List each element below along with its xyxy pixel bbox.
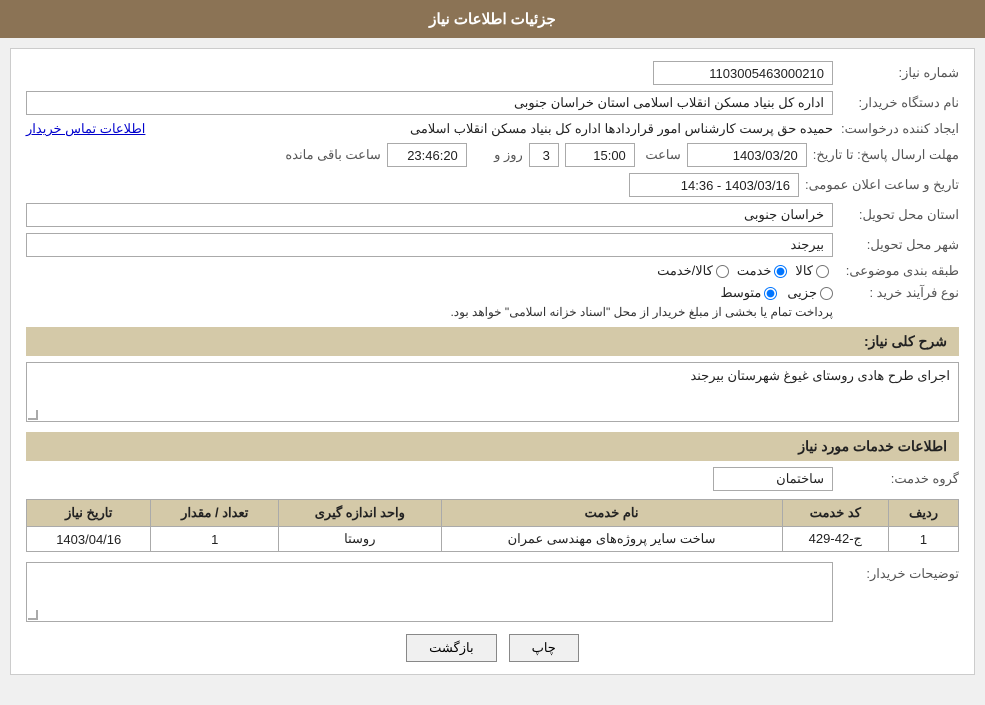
table-row: 1ج-42-429ساخت سایر پروژه‌های مهندسی عمرا… <box>27 527 959 552</box>
tabaqe-khedmat[interactable]: خدمت <box>737 263 788 279</box>
rooz-value: 3 <box>529 143 559 167</box>
tabaqe-kala[interactable]: کالا <box>795 263 829 279</box>
nofarayand-motawaset[interactable]: متوسط <box>720 285 777 301</box>
saat-label: ساعت <box>641 147 681 163</box>
col-tarikh: تاریخ نیاز <box>27 500 151 527</box>
back-button[interactable]: بازگشت <box>406 634 496 662</box>
nofarayand-options: جزیی متوسط پرداخت تمام یا بخشی از مبلغ خ… <box>450 285 833 319</box>
sharh-resize-handle[interactable] <box>28 410 38 420</box>
saat-value: 15:00 <box>565 143 635 167</box>
baqi-label: ساعت باقی مانده <box>281 147 381 163</box>
sharh-niaz-section-title: شرح کلی نیاز: <box>26 327 959 356</box>
cell-tedad: 1 <box>151 527 279 552</box>
nofarayand-line1: جزیی متوسط <box>450 285 833 301</box>
grohe-row: گروه خدمت: ساختمان <box>26 467 959 491</box>
shomara-niaz-label: شماره نیاز: <box>839 65 959 81</box>
sharh-niaz-value: اجرای طرح هادی روستای غیوغ شهرستان بیرجن… <box>26 362 959 422</box>
col-name: نام خدمت <box>441 500 782 527</box>
tabaqe-label: طبقه بندی موضوعی: <box>839 263 959 279</box>
tabaqe-khedmat-radio[interactable] <box>774 265 787 278</box>
col-radif: ردیف <box>889 500 959 527</box>
mohlat-row: مهلت ارسال پاسخ: تا تاریخ: 1403/03/20 سا… <box>26 143 959 167</box>
tawzihat-row: توضیحات خریدار: <box>26 562 959 622</box>
nofarayand-jozi-radio[interactable] <box>820 287 833 300</box>
tarikh-elan-row: تاریخ و ساعت اعلان عمومی: 1403/03/16 - 1… <box>26 173 959 197</box>
ostan-tahvil-label: استان محل تحویل: <box>839 207 959 223</box>
col-vahed: واحد اندازه گیری <box>279 500 441 527</box>
sharh-niaz-container: اجرای طرح هادی روستای غیوغ شهرستان بیرجن… <box>26 362 959 422</box>
tawzihat-value <box>26 562 833 622</box>
tabaqe-row: طبقه بندی موضوعی: کالا خدمت کالا/خدمت <box>26 263 959 279</box>
nam-dastgah-value: اداره کل بنیاد مسکن انقلاب اسلامی استان … <box>26 91 833 115</box>
grohe-value: ساختمان <box>713 467 833 491</box>
nam-dastgah-label: نام دستگاه خریدار: <box>839 95 959 111</box>
ejad-konande-row: ایجاد کننده درخواست: حمیده حق پرست کارشن… <box>26 121 959 137</box>
tabaqe-kala-radio[interactable] <box>816 265 829 278</box>
tabaqe-kala-khedmat-radio[interactable] <box>716 265 729 278</box>
tamas-kharidar-link[interactable]: اطلاعات تماس خریدار <box>26 121 145 137</box>
nofarayand-jozi[interactable]: جزیی <box>787 285 833 301</box>
tawzihat-label: توضیحات خریدار: <box>839 562 959 582</box>
ostan-tahvil-row: استان محل تحویل: خراسان جنوبی <box>26 203 959 227</box>
tarikh-elan-label: تاریخ و ساعت اعلان عمومی: <box>805 177 959 193</box>
cell-kod: ج-42-429 <box>782 527 888 552</box>
page-title: جزئیات اطلاعات نیاز <box>0 0 985 38</box>
col-kod: کد خدمت <box>782 500 888 527</box>
shahr-tahvil-label: شهر محل تحویل: <box>839 237 959 253</box>
khadamat-section-title: اطلاعات خدمات مورد نیاز <box>26 432 959 461</box>
nam-dastgah-row: نام دستگاه خریدار: اداره کل بنیاد مسکن ا… <box>26 91 959 115</box>
ejad-konande-value: حمیده حق پرست کارشناس امور قراردادها ادا… <box>151 121 833 137</box>
rooz-label: روز و <box>473 147 523 163</box>
shomara-niaz-row: شماره نیاز: 1103005463000210 <box>26 61 959 85</box>
tabaqe-options: کالا خدمت کالا/خدمت <box>657 263 829 279</box>
tarikh-value: 1403/03/20 <box>687 143 807 167</box>
baqi-value: 23:46:20 <box>387 143 467 167</box>
tarikh-elan-value: 1403/03/16 - 14:36 <box>629 173 799 197</box>
grohe-label: گروه خدمت: <box>839 471 959 487</box>
nofarayand-motawaset-radio[interactable] <box>764 287 777 300</box>
shomara-niaz-value: 1103005463000210 <box>653 61 833 85</box>
nofarayand-row: نوع فرآیند خرید : جزیی متوسط پرداخت تمام… <box>26 285 959 319</box>
shahr-tahvil-row: شهر محل تحویل: بیرجند <box>26 233 959 257</box>
mohlat-label: مهلت ارسال پاسخ: تا تاریخ: <box>813 147 959 163</box>
nofarayand-label: نوع فرآیند خرید : <box>839 285 959 301</box>
tabaqe-kala-khedmat[interactable]: کالا/خدمت <box>657 263 729 279</box>
buttons-row: چاپ بازگشت <box>26 634 959 662</box>
cell-vahed: روستا <box>279 527 441 552</box>
cell-radif: 1 <box>889 527 959 552</box>
cell-tarikh: 1403/04/16 <box>27 527 151 552</box>
shahr-tahvil-value: بیرجند <box>26 233 833 257</box>
col-tedad: تعداد / مقدار <box>151 500 279 527</box>
cell-name: ساخت سایر پروژه‌های مهندسی عمران <box>441 527 782 552</box>
tawzihat-resize-handle[interactable] <box>28 610 38 620</box>
ejad-konande-label: ایجاد کننده درخواست: <box>839 121 959 137</box>
ostan-tahvil-value: خراسان جنوبی <box>26 203 833 227</box>
print-button[interactable]: چاپ <box>509 634 579 662</box>
nofarayand-note: پرداخت تمام یا بخشی از مبلغ خریدار از مح… <box>450 305 833 319</box>
services-table: ردیف کد خدمت نام خدمت واحد اندازه گیری ت… <box>26 499 959 552</box>
